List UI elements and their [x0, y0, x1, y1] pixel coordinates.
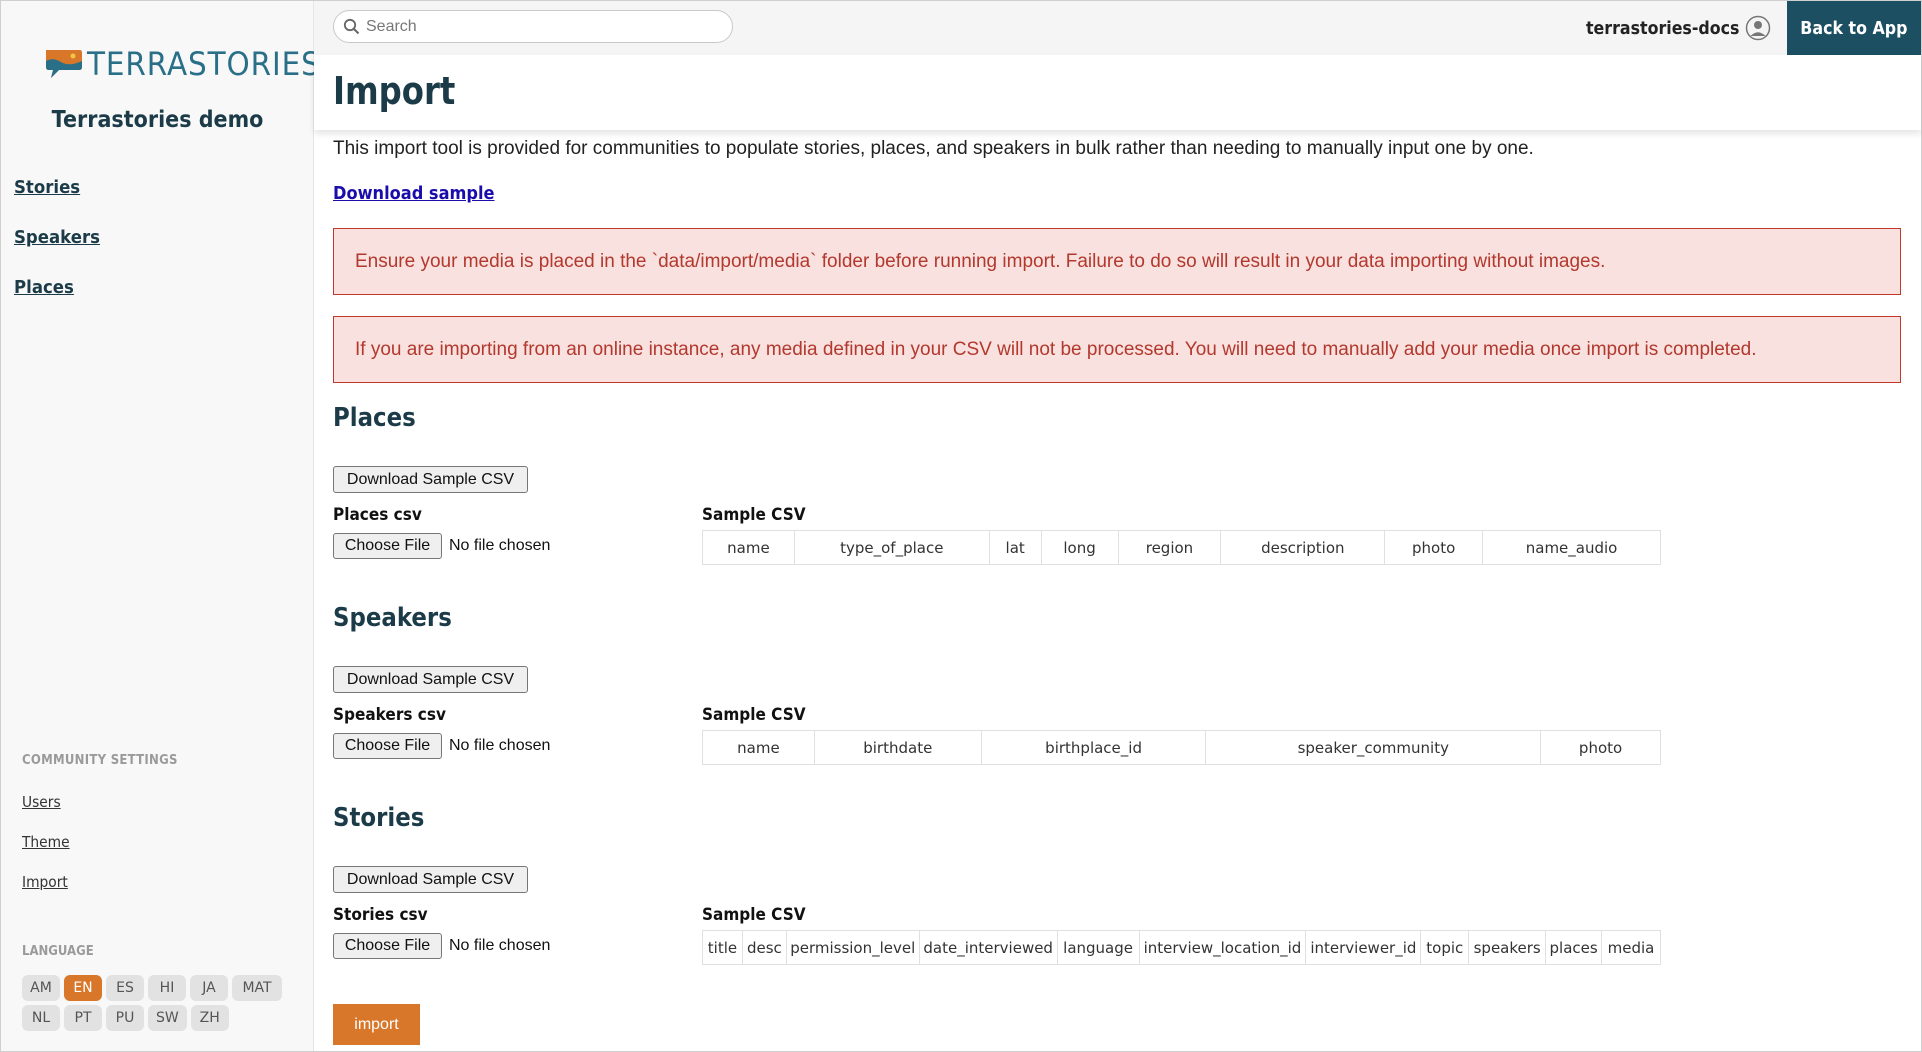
table-cell: speakers [1468, 930, 1547, 965]
speakers-file-picker: Choose File No file chosen [333, 733, 550, 759]
table-cell: lat [988, 530, 1042, 565]
settings-link-import[interactable]: Import [22, 873, 70, 892]
community-settings-heading: COMMUNITY SETTINGS [22, 753, 178, 768]
lang-sw[interactable]: SW [148, 1005, 187, 1031]
lang-nl[interactable]: NL [22, 1005, 60, 1031]
search-input[interactable] [366, 17, 716, 36]
stories-sample-table: title desc permission_level date_intervi… [702, 930, 1661, 965]
table-row: title desc permission_level date_intervi… [702, 930, 1661, 965]
language-heading: LANGUAGE [22, 944, 94, 959]
places-choose-file-button[interactable]: Choose File [333, 533, 442, 559]
speakers-download-sample-csv-button[interactable]: Download Sample CSV [333, 666, 528, 693]
speech-bubble-logo-icon [46, 50, 82, 78]
places-section-title: Places [333, 403, 416, 433]
settings-link-theme[interactable]: Theme [22, 833, 70, 852]
main-nav: Stories Speakers Places [14, 177, 108, 327]
stories-csv-label: Stories csv [333, 905, 428, 925]
places-download-sample-csv-button[interactable]: Download Sample CSV [333, 466, 528, 493]
table-cell: date_interviewed [918, 930, 1058, 965]
table-cell: description [1220, 530, 1386, 565]
stories-sample-csv-label: Sample CSV [702, 905, 806, 925]
table-cell: permission_level [785, 930, 920, 965]
lang-en[interactable]: EN [64, 975, 102, 1001]
nav-stories[interactable]: Stories [14, 177, 100, 198]
places-no-file-text: No file chosen [449, 537, 551, 554]
speakers-sample-csv-label: Sample CSV [702, 705, 806, 725]
intro-text: This import tool is provided for communi… [333, 138, 1534, 159]
table-cell: type_of_place [793, 530, 990, 565]
stories-section-title: Stories [333, 803, 425, 833]
places-sample-table: name type_of_place lat long region descr… [702, 530, 1661, 565]
table-cell: photo [1384, 530, 1484, 565]
stories-download-sample-csv-button[interactable]: Download Sample CSV [333, 866, 528, 893]
table-cell: language [1056, 930, 1140, 965]
language-switcher: AM EN ES HI JA MAT NL PT PU SW ZH [22, 975, 292, 1031]
settings-link-users[interactable]: Users [22, 793, 70, 812]
logo-wordmark: TERRASTORIES [87, 45, 321, 83]
search-icon [343, 18, 360, 35]
table-cell: interviewer_id [1305, 930, 1422, 965]
table-cell: title [702, 930, 743, 965]
table-cell: birthplace_id [980, 730, 1207, 765]
speakers-sample-table: name birthdate birthplace_id speaker_com… [702, 730, 1661, 765]
places-sample-csv-label: Sample CSV [702, 505, 806, 525]
table-cell: speaker_community [1205, 730, 1542, 765]
places-file-picker: Choose File No file chosen [333, 533, 550, 559]
lang-pu[interactable]: PU [106, 1005, 144, 1031]
table-cell: media [1601, 930, 1661, 965]
lang-ja[interactable]: JA [190, 975, 228, 1001]
table-cell: name [702, 530, 795, 565]
lang-pt[interactable]: PT [64, 1005, 102, 1031]
stories-file-picker: Choose File No file chosen [333, 933, 550, 959]
places-csv-label: Places csv [333, 505, 422, 525]
page-header: Import [314, 55, 1921, 130]
lang-es[interactable]: ES [106, 975, 144, 1001]
table-cell: region [1117, 530, 1222, 565]
lang-mat[interactable]: MAT [232, 975, 282, 1001]
page-title: Import [333, 69, 456, 113]
table-row: name birthdate birthplace_id speaker_com… [702, 730, 1661, 765]
stories-choose-file-button[interactable]: Choose File [333, 933, 442, 959]
user-avatar-icon [1745, 15, 1771, 41]
table-cell: birthdate [813, 730, 982, 765]
nav-places[interactable]: Places [14, 277, 100, 298]
nav-speakers[interactable]: Speakers [14, 227, 100, 248]
table-cell: name_audio [1482, 530, 1661, 565]
username: terrastories-docs [1585, 17, 1739, 39]
speakers-choose-file-button[interactable]: Choose File [333, 733, 442, 759]
lang-hi[interactable]: HI [148, 975, 186, 1001]
user-menu[interactable]: terrastories-docs [1565, 15, 1771, 41]
top-bar: terrastories-docs Back to App [314, 1, 1921, 55]
lang-am[interactable]: AM [22, 975, 60, 1001]
site-title: Terrastories demo [51, 107, 264, 133]
speakers-no-file-text: No file chosen [449, 737, 551, 754]
import-button[interactable]: import [333, 1004, 420, 1045]
table-cell: topic [1420, 930, 1470, 965]
back-to-app-button[interactable]: Back to App [1787, 1, 1921, 55]
online-instance-alert: If you are importing from an online inst… [333, 316, 1901, 383]
stories-no-file-text: No file chosen [449, 937, 551, 954]
download-sample-link[interactable]: Download sample [333, 183, 495, 204]
table-row: name type_of_place lat long region descr… [702, 530, 1661, 565]
table-cell: desc [741, 930, 787, 965]
table-cell: long [1040, 530, 1119, 565]
table-cell: name [702, 730, 815, 765]
sidebar: TERRASTORIES Terrastories demo Stories S… [1, 1, 320, 1051]
search-box[interactable] [333, 10, 733, 43]
lang-zh[interactable]: ZH [190, 1005, 229, 1031]
table-cell: places [1545, 930, 1603, 965]
table-cell: photo [1540, 730, 1661, 765]
community-settings-links: Users Theme Import [22, 793, 74, 913]
speakers-csv-label: Speakers csv [333, 705, 446, 725]
terrastories-logo[interactable]: TERRASTORIES [43, 47, 341, 81]
table-cell: interview_location_id [1138, 930, 1307, 965]
media-folder-alert: Ensure your media is placed in the `data… [333, 228, 1901, 295]
speakers-section-title: Speakers [333, 603, 452, 633]
